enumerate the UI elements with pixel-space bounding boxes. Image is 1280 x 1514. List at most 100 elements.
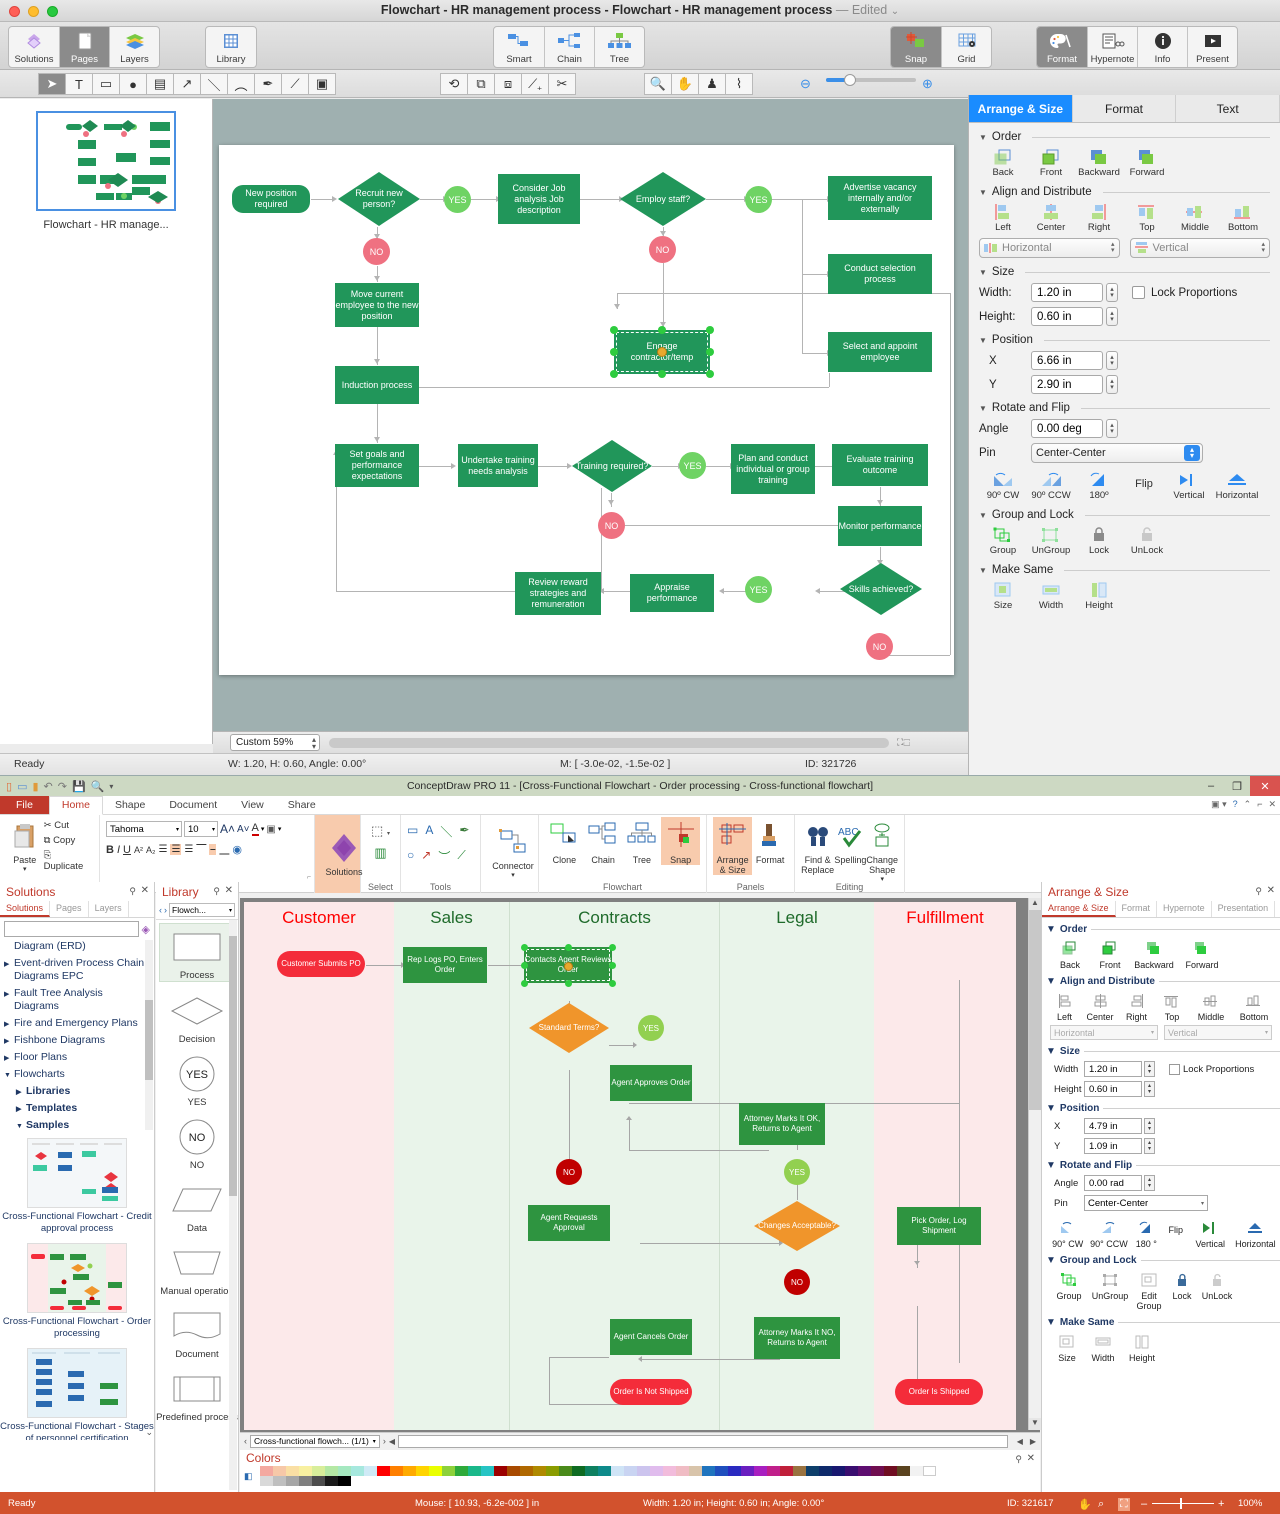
inspector-tabs[interactable]: Arrange & Size Format Text [969,95,1280,123]
order-buttons[interactable]: Back Front Backward Forward [979,147,1270,178]
solutions-search-input[interactable] [4,921,139,937]
rotate-180-button[interactable]: 180º [1075,470,1123,501]
horizontal-scrollbar[interactable] [329,737,889,748]
toolbar-snap-button[interactable]: Snap [891,27,941,67]
win-group-button[interactable]: Group [1050,1269,1088,1311]
section-group-header[interactable]: ▼ Group and Lock [979,509,1270,521]
resize-handle[interactable] [610,370,618,378]
color-swatch[interactable] [793,1466,806,1476]
tab-format[interactable]: Format [1072,95,1177,122]
flow-node[interactable]: Conduct selection process [828,254,932,294]
color-swatch[interactable] [286,1466,299,1476]
color-swatch[interactable] [572,1466,585,1476]
color-swatch[interactable] [494,1466,507,1476]
toolbar-layers-button[interactable]: Layers [109,27,159,67]
win-section-makesame-header[interactable]: ▼ Make Same [1046,1317,1280,1328]
win-rotate-180-button[interactable]: 180 ° [1131,1217,1162,1249]
lock-proportions-checkbox[interactable] [1132,286,1145,299]
width-input[interactable]: 1.20 in [1031,283,1103,302]
page-first-icon[interactable]: ◀ [389,1437,395,1446]
page-tab-strip[interactable]: ‹ Cross-functional flowch... (1/1) ▾ › ◀ … [240,1432,1040,1449]
table-icon[interactable]: ▤ [146,73,174,95]
color-swatch[interactable] [260,1466,273,1476]
order-forward-button[interactable]: Forward [1123,147,1171,178]
color-swatch[interactable] [611,1466,624,1476]
zoom-level-combo[interactable]: Custom 59% ▴ ▾ [230,734,320,751]
tree-button[interactable]: Tree [623,817,662,865]
color-swatch[interactable] [481,1466,494,1476]
quick-access-toolbar[interactable]: ▯ ▭ ▮ ↶ ↷ 💾 🔍 ▾ ConceptDraw PRO 11 - [Cr… [0,776,1280,796]
flow-node[interactable]: Attorney Marks It OK, Returns to Agent [739,1103,825,1145]
curve-icon[interactable]: ︵ [227,73,255,95]
section-position-header[interactable]: ▼ Position [979,334,1270,346]
color-swatch[interactable] [533,1466,546,1476]
section-size-header[interactable]: ▼ Size [979,266,1270,278]
color-swatch[interactable] [559,1466,572,1476]
color-swatch[interactable] [884,1466,897,1476]
distribute-vertical-popup[interactable]: Vertical ▴ ▾ [1129,238,1270,258]
win-rotate-flip-buttons[interactable]: 90° CW 90° CCW 180 ° Flip Vertical Horiz… [1042,1217,1280,1249]
bold-icon[interactable]: B [106,844,114,856]
tree-scrollbar-thumb[interactable] [145,1000,153,1080]
color-swatch[interactable] [260,1476,273,1486]
pen-icon[interactable]: ✒ [459,823,469,840]
toolbar-present-button[interactable]: Present [1187,27,1237,67]
close-icon[interactable]: ✕ [1250,776,1280,796]
color-grid[interactable] [260,1466,936,1486]
dialog-launcher-icon[interactable]: ⌐ [307,874,311,881]
color-swatch[interactable] [520,1466,533,1476]
win-y-input[interactable]: 1.09 in [1084,1138,1142,1154]
close-icon[interactable]: ✕ [1027,1453,1035,1464]
flow-node-yes[interactable]: YES [444,186,471,213]
height-stepper[interactable]: ▴ ▾ [1106,307,1118,326]
disclosure-triangle-icon[interactable]: ▼ [979,133,987,142]
win-order-buttons[interactable]: Back Front Backward Forward [1042,938,1280,970]
resize-handle[interactable] [609,944,616,951]
page-thumbnail-item[interactable]: Flowchart - HR manage... [36,111,176,231]
chevron-down-icon[interactable]: ▼ [1046,924,1056,935]
resize-handle[interactable] [610,348,618,356]
toolbar-grid-button[interactable]: Grid [941,27,991,67]
win-align-bottom-button[interactable]: Bottom [1232,990,1276,1022]
resize-handle[interactable] [706,370,714,378]
order-front-button[interactable]: Front [1027,147,1075,178]
disclosure-triangle-icon[interactable]: ▼ [979,404,987,413]
snap-grid-segment[interactable]: Snap Grid [890,26,992,68]
stepper-icon[interactable]: ▴ ▾ [1261,241,1265,254]
tree-item-fault-tree[interactable]: ▶ Fault Tree Analysis Diagrams [0,985,154,1015]
color-swatch[interactable] [871,1466,884,1476]
chevron-down-icon[interactable]: ▾ [1151,1029,1154,1036]
color-swatch[interactable] [338,1466,351,1476]
toolbar-format-button[interactable]: Format [1037,27,1087,67]
unlock-button[interactable]: UnLock [1123,525,1171,556]
flow-node-decision[interactable]: Skills achieved? [840,563,922,615]
flow-node[interactable]: Agent Cancels Order [610,1319,692,1355]
tab-arrange-size[interactable]: Arrange & Size [969,95,1073,122]
stepper-icon[interactable]: ▴ ▾ [312,736,316,751]
chevron-down-icon[interactable]: ▾ [212,826,217,833]
panel-tab-solutions[interactable]: Solutions [0,901,51,917]
win-lock-button[interactable]: Lock [1166,1269,1198,1311]
rectangle-icon[interactable]: ▭ [407,823,418,840]
solutions-search-icon[interactable]: ◈ [142,923,150,936]
image-icon[interactable]: ▣ [308,73,336,95]
x-input[interactable]: 6.66 in [1031,351,1103,370]
canvas-resize-icons[interactable]: ⛶⬚ [897,737,910,748]
library-prev-icon[interactable]: ‹ [159,905,162,915]
arrange-tab-arrange-size[interactable]: Arrange & Size [1042,901,1116,917]
flow-node[interactable]: Select and appoint employee [828,332,932,372]
rotate-icon[interactable]: ⟲ [440,73,468,95]
zoom-in-icon[interactable]: + [1218,1498,1224,1510]
flow-node-no[interactable]: NO [649,236,676,263]
color-swatch[interactable] [312,1466,325,1476]
zoom-slider[interactable] [1152,1503,1214,1504]
tab-file[interactable]: File [0,796,49,814]
highlight-icon[interactable]: ▣ [266,824,275,835]
italic-icon[interactable]: I [117,844,120,856]
color-swatch[interactable] [442,1466,455,1476]
flow-node-decision[interactable]: Recruit new person? [338,172,420,226]
bezier-icon[interactable]: ⟋ [281,73,309,95]
win-distribute-vertical-select[interactable]: Vertical ▾ [1164,1025,1272,1040]
zoom-out-icon[interactable]: ⊖ [800,76,811,92]
connector-button[interactable]: Connector ▾ [487,823,539,879]
